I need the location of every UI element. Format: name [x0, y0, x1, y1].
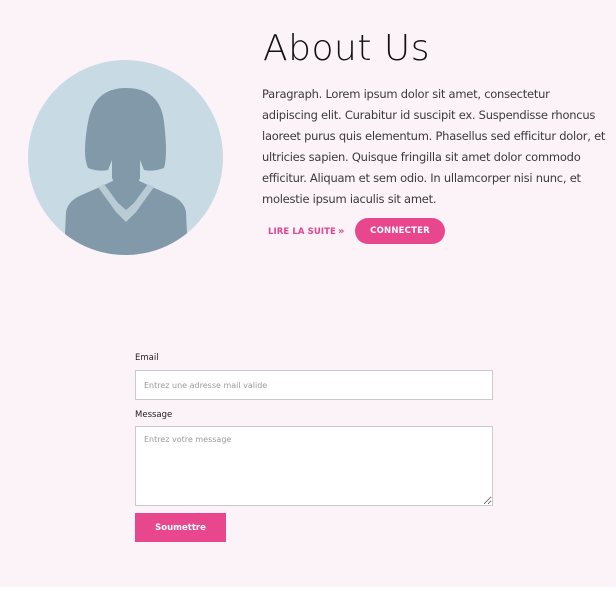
about-paragraph: Paragraph. Lorem ipsum dolor sit amet, c… — [262, 87, 606, 206]
profile-avatar — [28, 60, 223, 255]
connect-button[interactable]: CONNECTER — [355, 218, 445, 244]
read-more-link[interactable]: LIRE LA SUITE» — [268, 225, 345, 239]
submit-button[interactable]: Soumettre — [135, 513, 226, 542]
message-label: Message — [135, 410, 173, 420]
read-more-label: LIRE LA SUITE — [268, 227, 336, 237]
double-chevron-right-icon: » — [337, 226, 345, 237]
email-field[interactable] — [135, 370, 493, 400]
email-label: Email — [135, 353, 159, 363]
page-title: About Us — [263, 28, 430, 69]
female-user-silhouette-icon — [64, 88, 188, 255]
message-field[interactable] — [135, 426, 493, 506]
page: About Us Paragraph. Lorem ipsum dolor si… — [0, 0, 616, 587]
